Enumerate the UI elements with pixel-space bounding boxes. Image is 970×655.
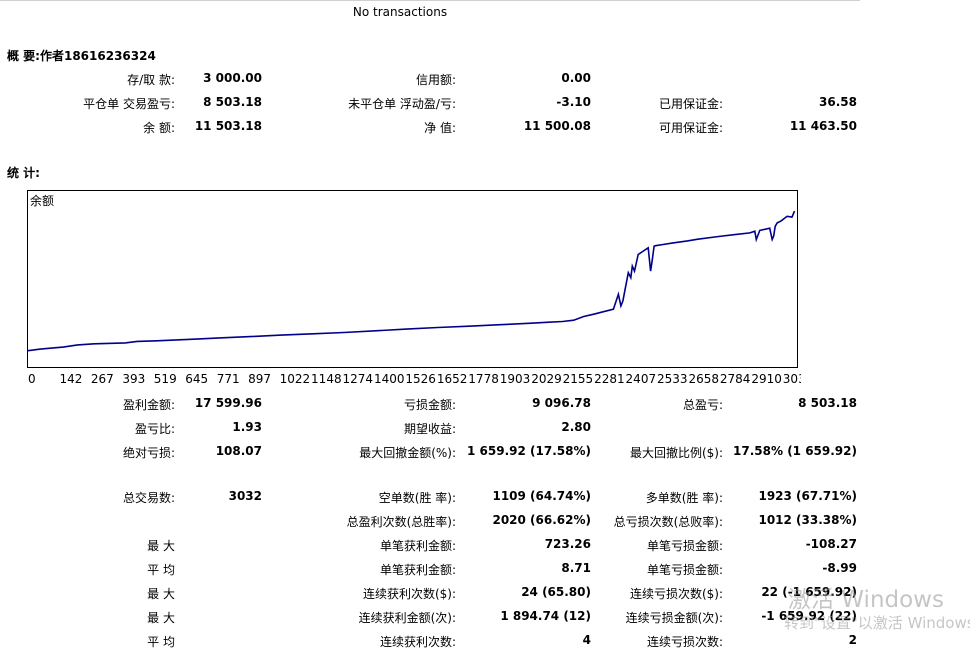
summary-label: 余 额: [143, 121, 175, 135]
stat-label: 最大回撤比例($): [629, 446, 723, 460]
stat-label: 单笔获利金额: [379, 563, 456, 577]
x-tick-label: 2784 [720, 372, 751, 386]
stat-label: 连续亏损金额(次): [625, 611, 723, 625]
stat-value: 2 [848, 633, 857, 647]
stat-value: 3032 [228, 489, 262, 503]
summary-value: 11 500.08 [523, 119, 591, 133]
x-tick-label: 1778 [468, 372, 499, 386]
x-tick-label: 897 [248, 372, 271, 386]
stat-label: 连续获利次数($): [362, 587, 456, 601]
x-tick-label: 1526 [405, 372, 436, 386]
stat-value: 723.26 [544, 537, 591, 551]
summary-label: 未平仓单 浮动盈/亏: [348, 97, 456, 111]
stat-label: 最 大 [147, 587, 175, 601]
stat-value: 1012 (33.38%) [758, 513, 857, 527]
summary-label: 信用额: [415, 73, 456, 87]
summary-value: 36.58 [819, 95, 857, 109]
summary-value: -3.10 [556, 95, 591, 109]
summary-value: 0.00 [561, 71, 591, 85]
summary-label: 可用保证金: [658, 121, 723, 135]
stat-value: 2.80 [561, 420, 591, 434]
stat-label: 空单数(胜 率): [378, 491, 456, 505]
stat-value: 1 659.92 (17.58%) [467, 444, 591, 458]
stat-label: 总交易数: [122, 491, 175, 505]
stat-value: 8.71 [561, 561, 591, 575]
stat-value: -8.99 [822, 561, 857, 575]
stat-value: 1.93 [232, 420, 262, 434]
stat-value: 9 096.78 [532, 396, 591, 410]
stat-label: 平 均 [147, 563, 175, 577]
stat-value: 1923 (67.71%) [758, 489, 857, 503]
x-tick-label: 2029 [531, 372, 562, 386]
stat-value: 17 599.96 [194, 396, 262, 410]
summary-value: 8 503.18 [203, 95, 262, 109]
x-tick-label: 1274 [343, 372, 374, 386]
stat-value: 108.07 [215, 444, 262, 458]
summary-label: 已用保证金: [658, 97, 723, 111]
stats-title: 统 计: [7, 166, 40, 180]
stat-label: 最 大 [147, 611, 175, 625]
stat-label: 平 均 [147, 635, 175, 649]
activation-watermark-title: 激活 Windows [788, 587, 944, 613]
stat-label: 总盈利次数(总胜率): [346, 515, 456, 529]
stat-value: 17.58% (1 659.92) [733, 444, 857, 458]
stat-label: 单笔亏损金额: [646, 539, 723, 553]
stat-label: 亏损金额: [403, 398, 456, 412]
stat-label: 总盈亏: [682, 398, 723, 412]
stat-label: 盈利金额: [122, 398, 175, 412]
stat-value: 2020 (66.62%) [492, 513, 591, 527]
summary-value: 11 503.18 [194, 119, 262, 133]
x-tick-label: 771 [217, 372, 240, 386]
chart-legend-label: 余额 [30, 193, 54, 208]
x-tick-label: 142 [59, 372, 82, 386]
x-tick-label: 2658 [688, 372, 719, 386]
x-tick-label: 3036 [783, 372, 801, 386]
stat-value: 4 [582, 633, 591, 647]
stat-label: 绝对亏损: [122, 446, 175, 460]
x-tick-label: 1148 [311, 372, 342, 386]
stat-value: 1 894.74 (12) [500, 609, 591, 623]
summary-label: 存/取 款: [127, 73, 175, 87]
stat-label: 单笔获利金额: [379, 539, 456, 553]
stat-label: 连续亏损次数($): [629, 587, 723, 601]
x-tick-label: 645 [185, 372, 208, 386]
stat-label: 盈亏比: [134, 422, 175, 436]
summary-label: 平仓单 交易盈亏: [83, 97, 175, 111]
x-tick-label: 2281 [594, 372, 625, 386]
summary-label: 净 值: [424, 121, 456, 135]
summary-value: 11 463.50 [789, 119, 857, 133]
stat-label: 总亏损次数(总败率): [613, 515, 723, 529]
no-transactions-text: No transactions [352, 5, 448, 19]
x-tick-label: 2533 [657, 372, 688, 386]
balance-chart: 余额 1141396237832604242522461014226739351… [27, 190, 801, 386]
x-tick-label: 393 [122, 372, 145, 386]
x-tick-label: 519 [154, 372, 177, 386]
top-divider [0, 0, 860, 1]
stat-label: 单笔亏损金额: [646, 563, 723, 577]
x-tick-label: 2910 [751, 372, 782, 386]
stat-label: 连续获利金额(次): [358, 611, 456, 625]
stat-label: 期望收益: [403, 422, 456, 436]
x-tick-label: 1022 [280, 372, 311, 386]
summary-value: 3 000.00 [203, 71, 262, 85]
stat-label: 最 大 [147, 539, 175, 553]
x-tick-label: 2155 [563, 372, 594, 386]
x-tick-label: 1652 [437, 372, 468, 386]
stat-value: -108.27 [805, 537, 857, 551]
stat-label: 最大回撤金额(%): [359, 446, 456, 460]
stat-label: 多单数(胜 率): [645, 491, 723, 505]
x-tick-label: 1903 [500, 372, 531, 386]
stat-label: 连续亏损次数: [646, 635, 723, 649]
activation-watermark-subtitle: 转到"设置"以激活 Windows。 [784, 614, 970, 632]
x-tick-label: 0 [28, 372, 36, 386]
x-tick-label: 2407 [626, 372, 657, 386]
stat-label: 连续获利次数: [379, 635, 456, 649]
stat-value: 1109 (64.74%) [492, 489, 591, 503]
stat-value: 24 (65.80) [521, 585, 591, 599]
x-tick-label: 1400 [374, 372, 405, 386]
summary-title: 概 要:作者18616236324 [7, 49, 156, 63]
stat-value: 8 503.18 [798, 396, 857, 410]
x-tick-label: 267 [91, 372, 114, 386]
